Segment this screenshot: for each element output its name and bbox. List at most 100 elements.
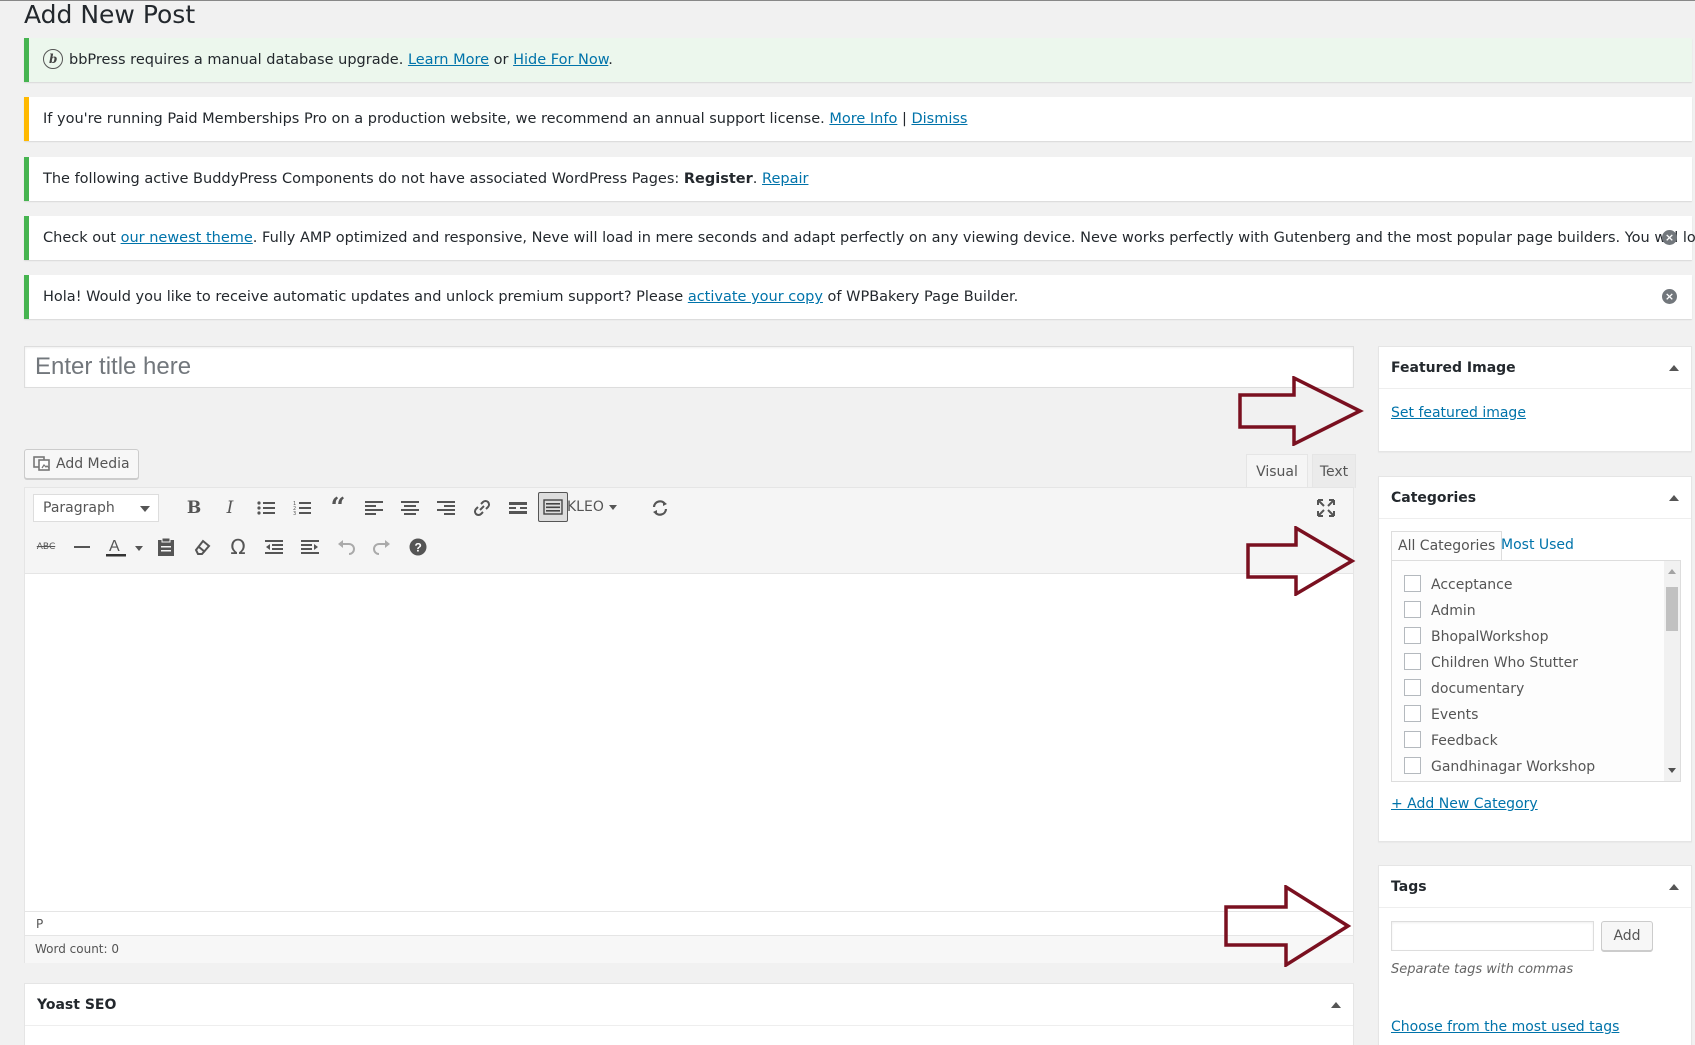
more-info-link[interactable]: More Info bbox=[829, 111, 897, 127]
refresh-icon[interactable] bbox=[645, 493, 675, 523]
svg-text:?: ? bbox=[415, 541, 422, 555]
clear-formatting-icon[interactable] bbox=[187, 532, 217, 562]
set-featured-image-link[interactable]: Set featured image bbox=[1391, 405, 1526, 421]
chevron-down-icon bbox=[608, 504, 617, 510]
link-icon[interactable] bbox=[467, 493, 497, 523]
toggle-panel-icon[interactable] bbox=[1331, 1002, 1341, 1008]
bold-icon[interactable]: B bbox=[179, 493, 209, 523]
dismiss-notice-icon[interactable]: × bbox=[1662, 230, 1677, 245]
svg-text:A: A bbox=[109, 538, 120, 555]
pmpro-notice: If you're running Paid Memberships Pro o… bbox=[24, 97, 1692, 141]
element-path[interactable]: P bbox=[25, 911, 1353, 935]
numbered-list-icon[interactable]: 123 bbox=[287, 493, 317, 523]
toolbar-row-2: ABC A Ω ? bbox=[25, 528, 1353, 566]
format-select[interactable]: Paragraph bbox=[33, 494, 159, 522]
neve-theme-notice: Check out our newest theme. Fully AMP op… bbox=[24, 216, 1695, 260]
toolbar-row-1: Paragraph B I 123 “ KLEO bbox=[25, 488, 1353, 526]
redo-icon[interactable] bbox=[367, 532, 397, 562]
category-checkbox[interactable] bbox=[1404, 731, 1421, 748]
scroll-up-icon[interactable] bbox=[1668, 569, 1676, 574]
newest-theme-link[interactable]: our newest theme bbox=[121, 230, 253, 246]
list-item[interactable]: Acceptance bbox=[1404, 572, 1512, 598]
categories-box: Categories All Categories Most Used Acce… bbox=[1378, 476, 1692, 842]
list-item[interactable]: Feedback bbox=[1404, 728, 1498, 754]
help-icon[interactable]: ? bbox=[403, 532, 433, 562]
category-checkbox[interactable] bbox=[1404, 627, 1421, 644]
categories-header[interactable]: Categories bbox=[1379, 477, 1691, 519]
indent-icon[interactable] bbox=[295, 532, 325, 562]
toggle-panel-icon[interactable] bbox=[1669, 365, 1679, 371]
tab-most-used[interactable]: Most Used bbox=[1495, 531, 1580, 561]
category-checkbox[interactable] bbox=[1404, 653, 1421, 670]
choose-most-used-tags-link[interactable]: Choose from the most used tags bbox=[1391, 1019, 1619, 1035]
toggle-panel-icon[interactable] bbox=[1669, 495, 1679, 501]
add-media-button[interactable]: Add Media bbox=[24, 449, 139, 479]
category-checkbox[interactable] bbox=[1404, 757, 1421, 774]
buddypress-notice: The following active BuddyPress Componen… bbox=[24, 157, 1692, 201]
yoast-seo-box: Yoast SEO bbox=[24, 983, 1354, 1045]
page-title: Add New Post bbox=[24, 0, 196, 29]
wpbakery-notice: Hola! Would you like to receive automati… bbox=[24, 275, 1692, 319]
undo-icon[interactable] bbox=[331, 532, 361, 562]
toggle-panel-icon[interactable] bbox=[1669, 884, 1679, 890]
tab-all-categories[interactable]: All Categories bbox=[1391, 531, 1503, 561]
paste-text-icon[interactable] bbox=[151, 532, 181, 562]
outdent-icon[interactable] bbox=[259, 532, 289, 562]
editor-content-area[interactable] bbox=[25, 575, 1353, 911]
add-tag-button[interactable]: Add bbox=[1601, 921, 1653, 951]
chevron-down-icon bbox=[140, 506, 150, 512]
yoast-seo-header[interactable]: Yoast SEO bbox=[25, 984, 1353, 1026]
word-count: Word count: 0 bbox=[25, 935, 1353, 963]
strikethrough-icon[interactable]: ABC bbox=[31, 532, 61, 562]
category-checkbox[interactable] bbox=[1404, 575, 1421, 592]
media-icon bbox=[33, 455, 50, 471]
featured-image-box: Featured Image Set featured image bbox=[1378, 346, 1692, 452]
editor-toolbar: Paragraph B I 123 “ KLEO ABC A Ω ? bbox=[25, 488, 1353, 574]
tab-visual[interactable]: Visual bbox=[1246, 454, 1308, 488]
category-scrollbar[interactable] bbox=[1664, 561, 1680, 781]
list-item[interactable]: Events bbox=[1404, 702, 1478, 728]
align-left-icon[interactable] bbox=[359, 493, 389, 523]
bbpress-notice: b bbPress requires a manual database upgr… bbox=[24, 38, 1692, 82]
tags-header[interactable]: Tags bbox=[1379, 866, 1691, 908]
bbpress-icon: b bbox=[43, 48, 63, 69]
activate-copy-link[interactable]: activate your copy bbox=[688, 289, 823, 305]
list-item[interactable]: documentary bbox=[1404, 676, 1524, 702]
category-checkbox[interactable] bbox=[1404, 705, 1421, 722]
bulleted-list-icon[interactable] bbox=[251, 493, 281, 523]
toolbar-toggle-icon[interactable] bbox=[538, 492, 568, 522]
list-item[interactable]: Admin bbox=[1404, 598, 1476, 624]
kleo-dropdown[interactable]: KLEO bbox=[567, 492, 617, 522]
tab-text[interactable]: Text bbox=[1312, 454, 1356, 488]
align-right-icon[interactable] bbox=[431, 493, 461, 523]
read-more-icon[interactable] bbox=[503, 493, 533, 523]
special-character-icon[interactable]: Ω bbox=[223, 532, 253, 562]
scroll-down-icon[interactable] bbox=[1668, 768, 1676, 773]
top-border bbox=[0, 0, 1695, 1]
text-color-icon[interactable]: A bbox=[103, 532, 147, 562]
category-checklist: Acceptance Admin BhopalWorkshop Children… bbox=[1391, 560, 1681, 782]
list-item[interactable]: Gandhinagar Workshop bbox=[1404, 754, 1595, 780]
horizontal-line-icon[interactable] bbox=[67, 532, 97, 562]
post-editor: Paragraph B I 123 “ KLEO ABC A Ω ? P Wor… bbox=[24, 487, 1354, 963]
repair-link[interactable]: Repair bbox=[762, 171, 808, 187]
align-center-icon[interactable] bbox=[395, 493, 425, 523]
dismiss-link[interactable]: Dismiss bbox=[911, 111, 967, 127]
list-item[interactable]: Children Who Stutter bbox=[1404, 650, 1578, 676]
svg-text:3: 3 bbox=[293, 511, 296, 516]
category-checkbox[interactable] bbox=[1404, 679, 1421, 696]
featured-image-header[interactable]: Featured Image bbox=[1379, 347, 1691, 389]
fullscreen-icon[interactable] bbox=[1311, 493, 1341, 523]
scroll-thumb[interactable] bbox=[1666, 587, 1678, 631]
dismiss-notice-icon[interactable]: × bbox=[1662, 289, 1677, 304]
hide-for-now-link[interactable]: Hide For Now bbox=[513, 52, 608, 68]
tags-box: Tags Add Separate tags with commas Choos… bbox=[1378, 865, 1692, 1045]
learn-more-link[interactable]: Learn More bbox=[408, 52, 489, 68]
add-new-category-link[interactable]: + Add New Category bbox=[1391, 796, 1538, 812]
italic-icon[interactable]: I bbox=[215, 493, 245, 523]
list-item[interactable]: BhopalWorkshop bbox=[1404, 624, 1548, 650]
new-tag-input[interactable] bbox=[1391, 921, 1594, 951]
blockquote-icon[interactable]: “ bbox=[323, 493, 353, 523]
category-checkbox[interactable] bbox=[1404, 601, 1421, 618]
post-title-input[interactable] bbox=[25, 347, 1353, 387]
